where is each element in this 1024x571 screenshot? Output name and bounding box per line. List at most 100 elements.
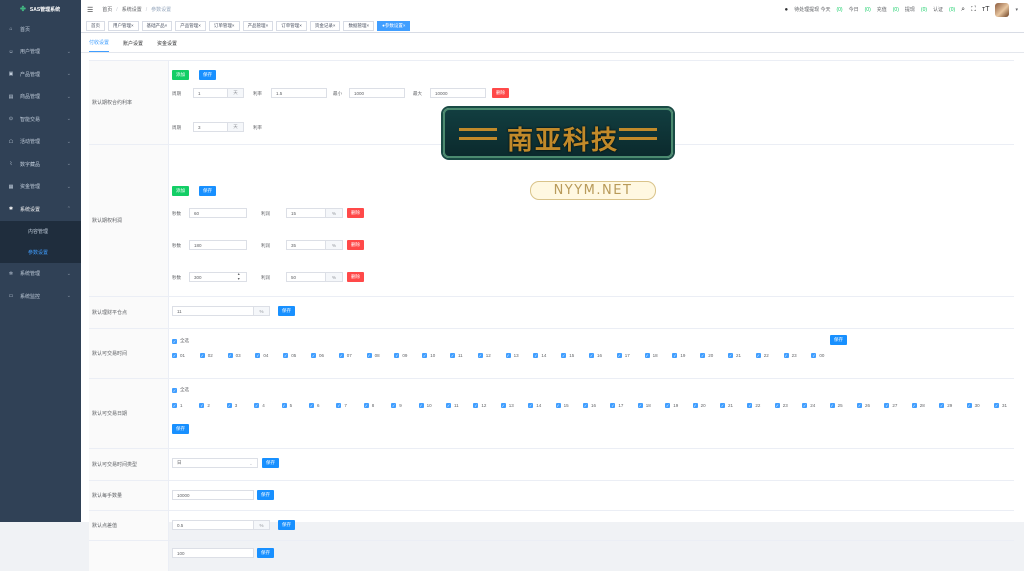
checkbox-item[interactable]: ✓ 10 <box>422 353 435 358</box>
save-button[interactable]: 保存 <box>172 424 189 434</box>
chevron-down-icon[interactable]: ▾ <box>1015 7 1018 13</box>
sidebar-item-system[interactable]: ✲ 系统管理 ⌄ <box>0 263 81 286</box>
sidebar-item-goods[interactable]: ▤ 商品管理 ⌄ <box>0 86 81 109</box>
sidebar-item-money[interactable]: ▦ 资金管理 ⌄ <box>0 176 81 199</box>
checkbox-item[interactable]: ✓ 10 <box>418 403 432 408</box>
tag-item[interactable]: 订单管理 × <box>276 20 307 31</box>
save-button[interactable]: 保存 <box>257 548 274 558</box>
close-icon[interactable]: × <box>366 23 369 28</box>
breadcrumb-item-home[interactable]: 首页 <box>102 6 112 13</box>
recharge-count[interactable]: (0) <box>893 7 899 13</box>
add-button[interactable]: 添加 <box>172 70 189 80</box>
checkbox-item[interactable]: ✓ 22 <box>747 403 760 408</box>
checkbox-item[interactable]: ✓ 21 <box>720 403 733 408</box>
tag-item[interactable]: 数据管理 × <box>343 20 375 31</box>
close-icon[interactable]: × <box>131 23 134 28</box>
sidebar-item-monitor[interactable]: ▭ 系统监控 ⌄ <box>0 285 81 308</box>
checkbox-item[interactable]: ✓ 13 <box>500 403 514 408</box>
period-input[interactable]: 3 <box>193 122 228 132</box>
seconds-input[interactable]: 180 <box>189 240 247 250</box>
chevron-down-icon[interactable]: ⌄ <box>249 461 253 467</box>
sidebar-item-product[interactable]: ▣ 产品管理 ⌄ <box>0 63 81 86</box>
checkbox-item[interactable]: ✓ 15 <box>561 353 574 358</box>
checkbox-item[interactable]: ✓ 9 <box>391 403 402 408</box>
checkbox-item[interactable]: ✓ 6 <box>309 403 320 408</box>
checkbox-item[interactable]: ✓ 1 <box>172 403 183 408</box>
checkbox-item[interactable]: ✓ 23 <box>774 403 788 408</box>
select-all-checkbox[interactable]: ✓ 全选 <box>172 387 189 393</box>
checkbox-item[interactable]: ✓ 18 <box>644 353 658 358</box>
checkbox-item[interactable]: ✓ 16 <box>583 403 596 408</box>
close-point-input[interactable]: 11 <box>172 306 254 316</box>
checkbox-item[interactable]: ✓ 15 <box>555 403 569 408</box>
save-button[interactable]: 保存 <box>199 70 216 80</box>
checkbox-item[interactable]: ✓ 07 <box>338 353 352 358</box>
tag-item[interactable]: 资金记录 × <box>309 20 341 31</box>
hamburger-icon[interactable]: ☰ <box>87 6 93 14</box>
checkbox-item[interactable]: ✓ 00 <box>811 353 824 358</box>
checkbox-item[interactable]: ✓ 12 <box>477 353 491 358</box>
font-size-icon[interactable]: ᴛT <box>982 6 989 13</box>
save-button[interactable]: 保存 <box>278 306 295 316</box>
period-input[interactable]: 1 <box>193 88 228 98</box>
tag-item[interactable]: ● 参数设置 × <box>377 20 411 31</box>
tag-item[interactable]: 用户管理 × <box>108 20 139 31</box>
close-icon[interactable]: × <box>299 23 302 28</box>
add-button[interactable]: 添加 <box>172 186 189 196</box>
lot-size-input[interactable]: 10000 <box>172 490 254 500</box>
sidebar-item-activity[interactable]: ☖ 活动管理 ⌄ <box>0 131 81 154</box>
checkbox-item[interactable]: ✓ 20 <box>692 403 706 408</box>
bell-icon[interactable]: ● <box>784 7 788 13</box>
save-button[interactable]: 保存 <box>262 458 279 468</box>
tab-fund-settings[interactable]: 资金设置 <box>157 40 177 52</box>
checkbox-item[interactable]: ✓ 14 <box>533 353 546 358</box>
checkbox-item[interactable]: ✓ 19 <box>665 403 678 408</box>
close-icon[interactable]: × <box>165 23 168 28</box>
checkbox-item[interactable]: ✓ 06 <box>311 353 324 358</box>
checkbox-item[interactable]: ✓ 28 <box>911 403 925 408</box>
max-input[interactable]: 10000 <box>430 88 486 98</box>
checkbox-item[interactable]: ✓ 20 <box>700 353 713 358</box>
checkbox-item[interactable]: ✓ 03 <box>227 353 241 358</box>
tag-item[interactable]: 基础产品 × <box>141 20 173 31</box>
verify-count[interactable]: (0) <box>949 7 955 13</box>
sidebar-item-sub-0[interactable]: 内容管理 <box>0 221 81 242</box>
close-icon[interactable]: × <box>266 23 269 28</box>
checkbox-item[interactable]: ✓ 23 <box>783 353 797 358</box>
checkbox-item[interactable]: ✓ 3 <box>226 403 237 408</box>
checkbox-item[interactable]: ✓ 12 <box>473 403 486 408</box>
delete-button[interactable]: 删除 <box>347 272 364 282</box>
checkbox-item[interactable]: ✓ 13 <box>505 353 519 358</box>
checkbox-item[interactable]: ✓ 31 <box>994 403 1007 408</box>
sidebar-item-user[interactable]: ☺ 用户管理 ⌄ <box>0 41 81 64</box>
checkbox-item[interactable]: ✓ 21 <box>728 353 741 358</box>
checkbox-item[interactable]: ✓ 01 <box>172 353 185 358</box>
sidebar-item-home[interactable]: ⌂ 首页 <box>0 18 81 41</box>
value-input[interactable]: 100 <box>172 548 254 558</box>
close-icon[interactable]: × <box>333 23 336 28</box>
spin-up-icon[interactable]: ▲ <box>237 272 240 276</box>
checkbox-item[interactable]: ✓ 09 <box>394 353 407 358</box>
seconds-input[interactable]: 60 <box>189 208 247 218</box>
checkbox-item[interactable]: ✓ 7 <box>336 403 347 408</box>
save-button[interactable]: 保存 <box>199 186 216 196</box>
checkbox-item[interactable]: ✓ 19 <box>672 353 685 358</box>
pending-withdraw-count[interactable]: (0) <box>836 7 842 13</box>
rate-input[interactable]: 1.5 <box>271 88 327 98</box>
checkbox-item[interactable]: ✓ 4 <box>254 403 265 408</box>
select-all-checkbox[interactable]: ✓ 全选 <box>172 338 189 344</box>
min-input[interactable]: 1000 <box>349 88 405 98</box>
spin-down-icon[interactable]: ▼ <box>237 277 240 281</box>
avatar[interactable] <box>995 2 1010 17</box>
close-icon[interactable]: × <box>198 23 201 28</box>
checkbox-item[interactable]: ✓ 5 <box>281 403 292 408</box>
time-type-select[interactable]: 日 <box>172 458 258 468</box>
checkbox-item[interactable]: ✓ 26 <box>857 403 870 408</box>
save-button[interactable]: 保存 <box>830 335 847 345</box>
tag-item[interactable]: 订单管理 × <box>208 20 240 31</box>
withdraw-count[interactable]: (0) <box>921 7 927 13</box>
checkbox-item[interactable]: ✓ 11 <box>446 403 459 408</box>
app-logo[interactable]: ✤ SAS管理系统 <box>0 0 81 18</box>
checkbox-item[interactable]: ✓ 25 <box>829 403 843 408</box>
checkbox-item[interactable]: ✓ 04 <box>255 353 268 358</box>
